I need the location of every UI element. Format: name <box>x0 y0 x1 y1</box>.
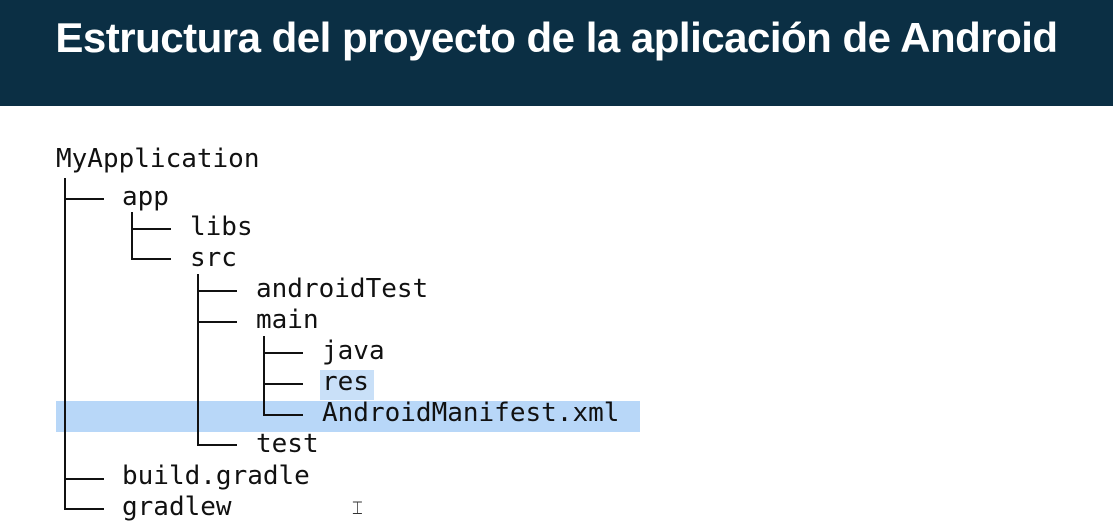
tree-connector-libs <box>131 228 171 230</box>
tree-connector-main <box>197 321 237 323</box>
tree-connector-manifest <box>263 414 303 416</box>
tree-item-main[interactable]: main <box>256 305 319 336</box>
tree-connector-androidtest <box>197 290 237 292</box>
tree-connector-java <box>263 352 303 354</box>
tree-item-myapplication[interactable]: MyApplication <box>56 144 260 175</box>
tree-connector-gradlew <box>64 508 104 510</box>
text-cursor-icon: ⌶ <box>352 498 363 519</box>
tree-item-java[interactable]: java <box>322 336 385 367</box>
tree-connector-src-children <box>197 274 199 446</box>
tree-connector-app-children <box>131 212 133 260</box>
tree-item-src[interactable]: src <box>190 243 237 274</box>
tree-item-gradlew[interactable]: gradlew <box>122 492 232 523</box>
tree-item-test[interactable]: test <box>256 429 319 460</box>
tree-connector-test <box>197 444 237 446</box>
tree-item-build-gradle[interactable]: build.gradle <box>122 461 310 492</box>
tree-connector-main-children <box>263 336 265 416</box>
tree-connector-app <box>64 198 104 200</box>
tree-item-res[interactable]: res <box>322 367 369 398</box>
tree-item-androidtest[interactable]: androidTest <box>256 274 428 305</box>
file-tree: MyApplication app libs src androidTest m… <box>0 0 1113 524</box>
tree-connector-root <box>64 178 66 510</box>
tree-item-libs[interactable]: libs <box>190 212 253 243</box>
tree-connector-src <box>131 258 171 260</box>
tree-item-androidmanifest[interactable]: AndroidManifest.xml <box>322 398 619 429</box>
tree-connector-res <box>263 383 303 385</box>
tree-item-app[interactable]: app <box>122 182 169 213</box>
tree-connector-build-gradle <box>64 478 104 480</box>
